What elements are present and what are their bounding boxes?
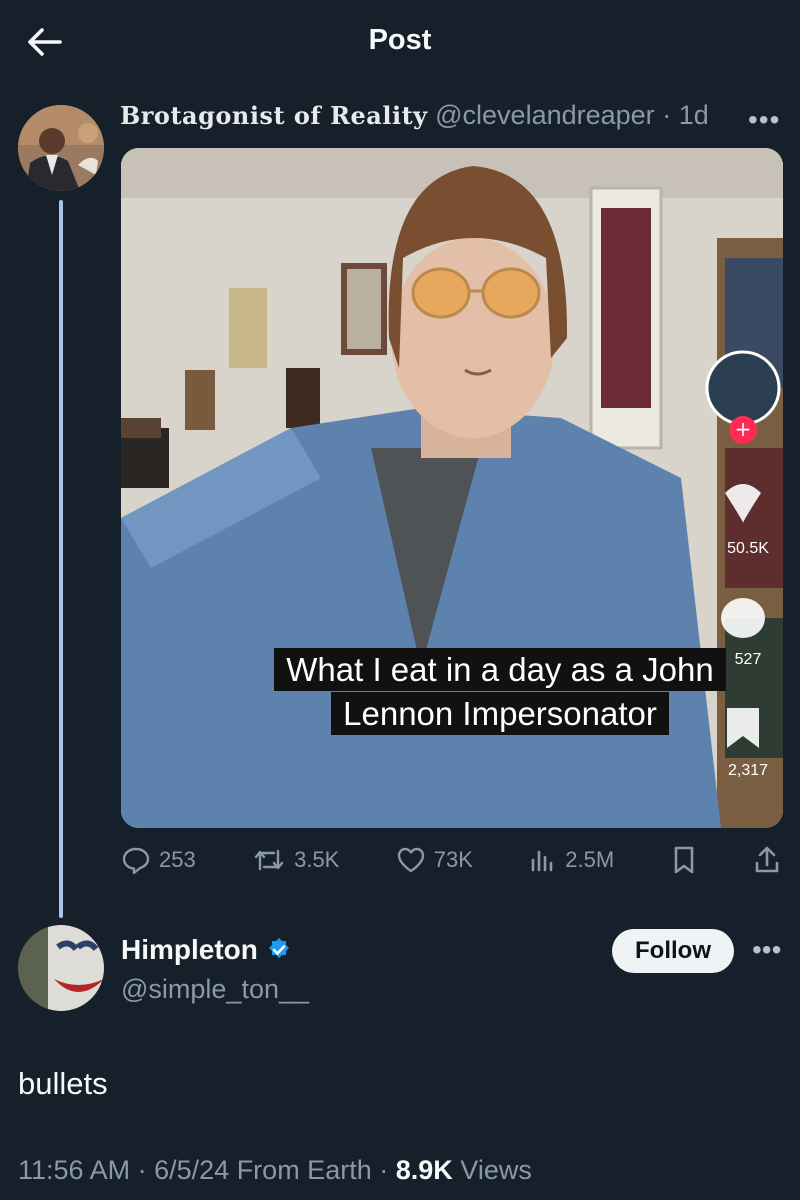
post-age[interactable]: 1d [679, 100, 709, 130]
separator: · [662, 100, 672, 130]
page-title: Post [368, 24, 432, 56]
author-name[interactable]: Brotagonist of Reality [120, 101, 428, 130]
caption-line-1: What I eat in a day as a John [274, 648, 726, 691]
thread-line [59, 200, 63, 918]
verified-badge-icon [268, 938, 289, 958]
reply-time[interactable]: 11:56 AM [18, 1155, 130, 1185]
reply-author[interactable]: Himpleton [121, 934, 292, 966]
views-count: 2.5M [565, 847, 615, 872]
repost-button[interactable]: 3.5K [252, 847, 339, 873]
heart-icon [397, 847, 424, 873]
post-media[interactable]: + What I eat in a day as a John Lennon I… [121, 148, 783, 828]
author-handle[interactable]: @clevelandreaper [435, 100, 655, 130]
share-icon [755, 846, 779, 873]
avatar-image [18, 925, 104, 1011]
svg-text:+: + [735, 417, 752, 441]
reply-button[interactable]: 253 [121, 846, 196, 874]
reply-source: From Earth [236, 1155, 372, 1185]
post-action-bar: 253 3.5K 73K 2.5M [121, 840, 781, 880]
views-button[interactable]: 2.5M [529, 846, 614, 874]
tiktok-comments-count: 527 [734, 651, 762, 668]
like-button[interactable]: 73K [396, 846, 473, 874]
repost-count: 3.5K [294, 847, 340, 872]
repost-icon [254, 849, 284, 871]
follow-button[interactable]: Follow [612, 929, 734, 973]
reply-count: 253 [159, 847, 196, 872]
post-author-line: Brotagonist of Reality @clevelandreaper … [120, 100, 709, 131]
caption-line-2: Lennon Impersonator [331, 692, 669, 735]
avatar[interactable] [18, 925, 104, 1011]
reply-meta: 11:56 AM · 6/5/24 From Earth · 8.9K View… [18, 1155, 532, 1185]
reply-author-name[interactable]: Himpleton [121, 934, 258, 966]
more-options-icon[interactable]: ••• [752, 934, 781, 966]
reply-text: bullets [18, 1066, 108, 1101]
video-caption: What I eat in a day as a John Lennon Imp… [205, 648, 783, 736]
avatar[interactable] [18, 105, 104, 191]
views-chart-icon [531, 850, 553, 872]
more-options-icon[interactable]: ••• [748, 104, 780, 136]
reply-icon [122, 847, 150, 874]
reply-date[interactable]: 6/5/24 [154, 1155, 229, 1185]
bookmark-icon [674, 846, 693, 874]
tiktok-saves-count: 2,317 [727, 762, 769, 779]
reply-views-label: Views [460, 1155, 532, 1185]
share-button[interactable] [753, 845, 781, 875]
reply-views-count: 8.9K [395, 1155, 453, 1185]
tiktok-likes-count: 50.5K [727, 540, 769, 557]
bookmark-button[interactable] [671, 845, 697, 875]
avatar-image [18, 105, 104, 191]
reply-author-handle[interactable]: @simple_ton__ [121, 974, 309, 1005]
like-count: 73K [433, 847, 473, 872]
